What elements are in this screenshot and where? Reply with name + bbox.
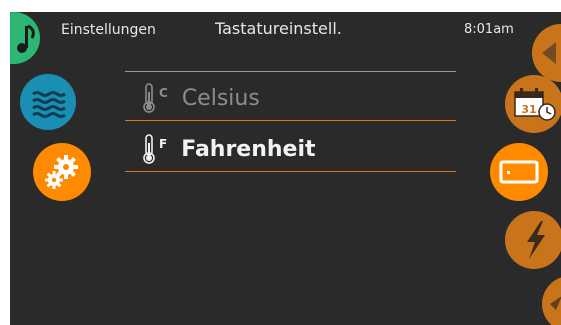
option-celsius[interactable]: C Celsius <box>142 80 260 116</box>
thermometer-icon <box>143 83 155 113</box>
clock-time: 8:01am <box>464 22 514 37</box>
display-screen-icon <box>499 160 539 184</box>
option-fahrenheit[interactable]: F Fahrenheit <box>142 131 316 167</box>
divider-bottom <box>125 171 456 172</box>
thermometer-icon <box>143 134 155 164</box>
water-nav-button[interactable] <box>20 74 76 130</box>
music-note-icon <box>17 24 35 53</box>
right-top-nav-button[interactable] <box>532 24 561 82</box>
divider-middle <box>125 120 456 121</box>
option-label: Celsius <box>181 85 260 111</box>
touch-screen: Einstellungen Tastatureinstell. 8:01am C… <box>10 12 561 325</box>
partial-bottom-icon <box>550 296 561 310</box>
settings-nav-button[interactable] <box>33 143 91 201</box>
power-nav-button[interactable] <box>505 211 561 269</box>
divider-top <box>125 71 456 72</box>
gears-icon <box>45 155 78 189</box>
display-nav-button[interactable] <box>490 143 548 201</box>
page-title: Tastatureinstell. <box>215 19 342 38</box>
lightning-icon <box>527 221 545 259</box>
water-waves-icon <box>32 91 66 118</box>
right-bottom-nav-button[interactable] <box>542 276 561 325</box>
calendar-day: 31 <box>521 103 536 116</box>
music-nav-button[interactable] <box>10 12 40 64</box>
partial-orange-icon <box>542 42 556 64</box>
unit-letter: F <box>159 137 168 151</box>
unit-letter: C <box>159 86 168 100</box>
calendar-clock-icon: 31 <box>514 88 556 121</box>
schedule-nav-button[interactable]: 31 <box>505 75 561 133</box>
header-bar: Einstellungen Tastatureinstell. 8:01am <box>10 12 561 54</box>
option-label: Fahrenheit <box>181 136 316 162</box>
back-link[interactable]: Einstellungen <box>61 22 156 38</box>
